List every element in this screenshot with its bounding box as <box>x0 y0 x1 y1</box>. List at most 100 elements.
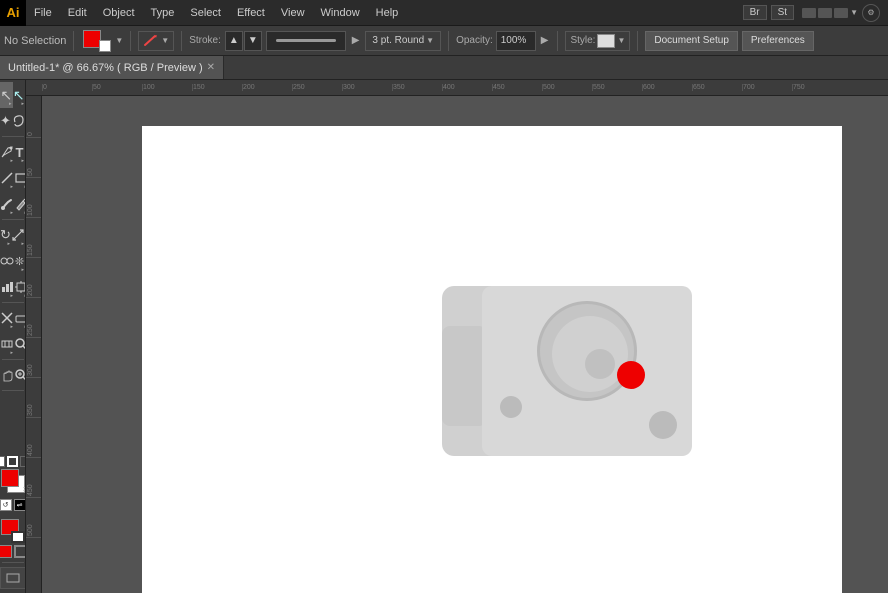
graph-tool[interactable]: ▸ <box>0 274 14 300</box>
tool-row-blend: ❊ ▸ <box>0 248 25 274</box>
swap-colors-btn[interactable]: ⇌ <box>14 499 26 511</box>
tab-close-button[interactable]: ✕ <box>207 62 215 73</box>
ps1-illustration <box>422 266 712 476</box>
pen-tool[interactable]: ▸ <box>0 139 14 165</box>
menu-select[interactable]: Select <box>182 0 229 25</box>
divider4 <box>448 31 449 51</box>
opacity-input[interactable]: 100% <box>496 31 536 51</box>
stroke-fill-indicator[interactable] <box>1 519 25 543</box>
menu-edit[interactable]: Edit <box>60 0 95 25</box>
pen-sub: ▸ <box>10 158 13 164</box>
ruler-tick: 100 <box>142 84 192 91</box>
menu-effect[interactable]: Effect <box>229 0 273 25</box>
reset-default-colors[interactable]: ↺ <box>0 499 12 511</box>
type-tool[interactable]: T ▸ <box>14 139 25 165</box>
workspace-arrow[interactable]: ▼ <box>850 8 858 18</box>
menu-object[interactable]: Object <box>95 0 143 25</box>
connection-icon[interactable]: ⚙ <box>862 4 880 22</box>
magnifier-tool[interactable] <box>14 362 26 388</box>
stroke-swatch-small[interactable] <box>99 40 111 52</box>
tool-row-zoom: ▸ <box>0 331 25 357</box>
divider-tools-5 <box>2 562 24 563</box>
art-canvas <box>142 126 842 593</box>
ruler-tick-v: 300 <box>26 338 41 378</box>
document-tab[interactable]: Untitled-1* @ 66.67% ( RGB / Preview ) ✕ <box>0 56 224 79</box>
selection-sub-arrow: ▸ <box>9 101 12 107</box>
opacity-expand[interactable]: ▶ <box>539 35 551 46</box>
rectangle-tool[interactable]: ▸ <box>14 165 26 191</box>
tab-title: Untitled-1* <box>8 62 59 74</box>
brush-selector[interactable]: ▼ <box>138 31 174 51</box>
stroke-preview[interactable] <box>266 31 346 51</box>
stroke-expand-arrow[interactable]: ▶ <box>350 35 362 46</box>
selection-info: No Selection <box>4 35 66 47</box>
bridge-button[interactable]: Br <box>743 5 767 20</box>
eraser-tool[interactable]: ▸ <box>14 305 26 331</box>
ruler-tick-v: 150 <box>26 218 41 258</box>
line-tool[interactable]: ▸ <box>0 165 14 191</box>
measure-tool[interactable]: ▸ <box>0 331 14 357</box>
foreground-color-swatch[interactable] <box>1 469 19 487</box>
tabs-bar: Untitled-1* @ 66.67% ( RGB / Preview ) ✕ <box>0 56 888 80</box>
stock-button[interactable]: St <box>771 5 794 20</box>
selection-tool[interactable]: ↖ ▸ <box>0 82 13 108</box>
lasso-tool[interactable] <box>11 108 25 134</box>
measure-sub: ▸ <box>10 350 13 356</box>
slice-tool[interactable]: ▸ <box>0 305 14 331</box>
line-sub: ▸ <box>10 184 13 190</box>
style-swatch[interactable] <box>597 34 615 48</box>
stroke-weight-selector[interactable]: 3 pt. Round ▼ <box>365 31 441 51</box>
hand-tool[interactable] <box>0 362 14 388</box>
stroke-down[interactable]: ▼ <box>244 31 262 51</box>
stroke-up[interactable]: ▲ <box>225 31 243 51</box>
canvas-inner[interactable] <box>42 96 888 593</box>
ruler-tick: 50 <box>92 84 142 91</box>
artboard-tool[interactable]: ▸ <box>14 274 26 300</box>
document-setup-button[interactable]: Document Setup <box>645 31 738 51</box>
symbol-sprayer-tool[interactable]: ❊ ▸ <box>14 248 25 274</box>
stroke-stepper[interactable]: ▲ ▼ <box>225 31 262 51</box>
zoom-tool[interactable] <box>14 331 26 357</box>
menu-view[interactable]: View <box>273 0 313 25</box>
toolbar: No Selection ▼ ▼ Stroke: ▲ ▼ ▶ 3 pt. Rou… <box>0 26 888 56</box>
divider1 <box>73 31 74 51</box>
pencil-tool[interactable]: ▸ <box>14 191 26 217</box>
menu-file[interactable]: File <box>26 0 60 25</box>
menu-type[interactable]: Type <box>143 0 183 25</box>
brush-tool[interactable]: ▸ <box>0 191 14 217</box>
ruler-left: 0 50 100 150 200 250 300 350 400 450 500 <box>26 96 42 593</box>
fill-color-area[interactable] <box>81 28 111 54</box>
screen-mode-button[interactable] <box>0 567 26 589</box>
none-swatch[interactable] <box>14 545 27 558</box>
scale-tool[interactable]: ▸ <box>11 222 25 248</box>
symbol-sub: ▸ <box>21 267 24 273</box>
fill-mode-icon[interactable] <box>0 456 5 467</box>
rotate-sub: ▸ <box>7 241 10 247</box>
stroke-mode-icon[interactable] <box>7 456 18 467</box>
ruler-tick: 600 <box>642 84 692 91</box>
bottom-tools <box>0 519 26 593</box>
canvas-area[interactable]: 0 50 100 150 200 250 300 350 400 450 500… <box>26 80 888 593</box>
workspace-icon[interactable] <box>802 8 816 18</box>
color-swatch-red-btn[interactable] <box>0 545 12 558</box>
direct-selection-tool[interactable]: ↖ ▸ <box>13 82 26 108</box>
workspace-icon2[interactable] <box>818 8 832 18</box>
ps1-center <box>482 286 692 456</box>
ruler-ticks-top: 0 50 100 150 200 250 300 350 400 450 500… <box>42 84 888 91</box>
magic-wand-tool[interactable]: ✦ <box>0 108 11 134</box>
ruler-tick: 650 <box>692 84 742 91</box>
preferences-button[interactable]: Preferences <box>742 31 814 51</box>
color-type-row <box>0 545 26 558</box>
app-icon: Ai <box>0 0 26 26</box>
rotate-tool[interactable]: ↻ ▸ <box>0 222 11 248</box>
blend-tool[interactable] <box>0 248 14 274</box>
direct-select-sub: ▸ <box>21 101 24 107</box>
style-area[interactable]: Style: ▼ <box>565 31 630 51</box>
menu-help[interactable]: Help <box>368 0 407 25</box>
blend-icon <box>0 254 14 268</box>
ruler-tick-v: 500 <box>26 498 41 538</box>
fill-dropdown-arrow[interactable]: ▼ <box>115 36 123 45</box>
menu-window[interactable]: Window <box>313 0 368 25</box>
workspace-icon3[interactable] <box>834 8 848 18</box>
ps1-left-grip <box>442 326 487 426</box>
